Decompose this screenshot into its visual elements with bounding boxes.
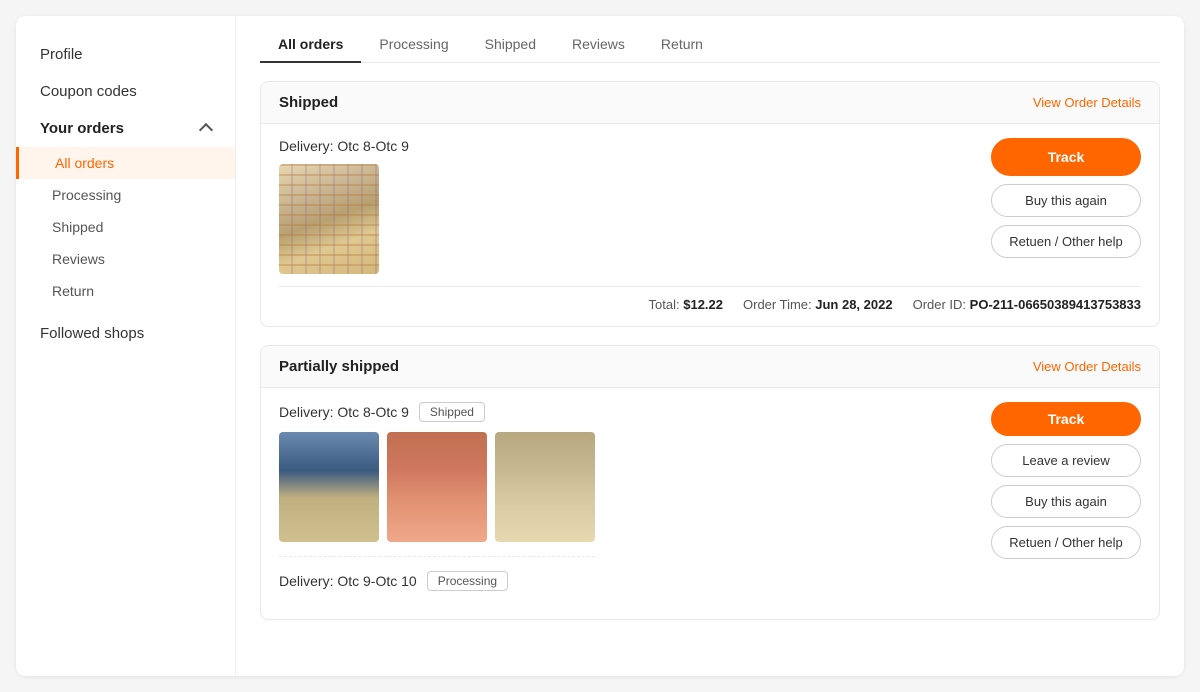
tab-return[interactable]: Return [643, 26, 721, 62]
order-status-partial: Partially shipped [279, 358, 399, 375]
delivery-label-2: Delivery: Otc 8-Otc 9 [279, 404, 409, 420]
order-card-header-2: Partially shipped View Order Details [261, 346, 1159, 388]
page-container: Profile Coupon codes Your orders All ord… [16, 16, 1184, 676]
order-total: Total: $12.22 [649, 297, 723, 312]
sidebar-sub-reviews[interactable]: Reviews [16, 243, 235, 275]
processing-badge: Processing [427, 571, 508, 591]
return-help-button-1[interactable]: Retuen / Other help [991, 225, 1141, 258]
return-help-button-2[interactable]: Retuen / Other help [991, 526, 1141, 559]
view-order-details-link-2[interactable]: View Order Details [1033, 359, 1141, 374]
order-row-1: Delivery: Otc 8-Otc 9 Track Buy this aga… [279, 138, 1141, 274]
track-button-2[interactable]: Track [991, 402, 1141, 436]
sidebar-sub-return[interactable]: Return [16, 275, 235, 307]
order-card-shipped: Shipped View Order Details Delivery: Otc… [260, 81, 1160, 327]
track-button-1[interactable]: Track [991, 138, 1141, 176]
buy-again-button-1[interactable]: Buy this again [991, 184, 1141, 217]
delivery-section-2: Delivery: Otc 9-Otc 10 Processing [279, 556, 595, 591]
delivery-section-1: Delivery: Otc 8-Otc 9 Shipped [279, 402, 595, 542]
tabs-bar: All orders Processing Shipped Reviews Re… [260, 16, 1160, 63]
product-image-sweater [279, 164, 379, 274]
tab-shipped[interactable]: Shipped [467, 26, 554, 62]
delivery-row-3: Delivery: Otc 9-Otc 10 Processing [279, 571, 595, 591]
sidebar-sub-processing[interactable]: Processing [16, 179, 235, 211]
sidebar-item-coupon[interactable]: Coupon codes [16, 73, 235, 110]
order-left-2: Delivery: Otc 8-Otc 9 Shipped [279, 402, 595, 605]
shipped-badge: Shipped [419, 402, 485, 422]
product-image-blonde [495, 432, 595, 542]
tab-reviews[interactable]: Reviews [554, 26, 643, 62]
order-left-1: Delivery: Otc 8-Otc 9 [279, 138, 409, 274]
sidebar: Profile Coupon codes Your orders All ord… [16, 16, 236, 676]
order-body-2: Delivery: Otc 8-Otc 9 Shipped [261, 388, 1159, 619]
order-card-header-1: Shipped View Order Details [261, 82, 1159, 124]
product-image-jacket [279, 432, 379, 542]
main-content: All orders Processing Shipped Reviews Re… [236, 16, 1184, 676]
sidebar-your-orders[interactable]: Your orders [16, 110, 235, 147]
action-buttons-1: Track Buy this again Retuen / Other help [981, 138, 1141, 258]
order-id: Order ID: PO-211-06650389413753833 [913, 297, 1141, 312]
view-order-details-link-1[interactable]: View Order Details [1033, 95, 1141, 110]
product-image-back [387, 432, 487, 542]
order-footer-1: Total: $12.22 Order Time: Jun 28, 2022 O… [279, 286, 1141, 312]
buy-again-button-2[interactable]: Buy this again [991, 485, 1141, 518]
sidebar-sub-all-orders[interactable]: All orders [16, 147, 235, 179]
order-row-2: Delivery: Otc 8-Otc 9 Shipped [279, 402, 1141, 605]
order-status-shipped: Shipped [279, 94, 338, 111]
sidebar-sub-shipped[interactable]: Shipped [16, 211, 235, 243]
sidebar-item-profile[interactable]: Profile [16, 36, 235, 73]
product-images-2 [279, 432, 595, 542]
order-time: Order Time: Jun 28, 2022 [743, 297, 893, 312]
delivery-row-2: Delivery: Otc 8-Otc 9 Shipped [279, 402, 595, 422]
delivery-label-3: Delivery: Otc 9-Otc 10 [279, 573, 417, 589]
delivery-label-1: Delivery: Otc 8-Otc 9 [279, 138, 409, 154]
delivery-row-1: Delivery: Otc 8-Otc 9 [279, 138, 409, 154]
product-images-1 [279, 164, 409, 274]
sidebar-item-followed-shops[interactable]: Followed shops [16, 315, 235, 352]
action-buttons-2: Track Leave a review Buy this again Retu… [981, 402, 1141, 559]
tab-processing[interactable]: Processing [361, 26, 466, 62]
order-body-1: Delivery: Otc 8-Otc 9 Track Buy this aga… [261, 124, 1159, 326]
leave-review-button[interactable]: Leave a review [991, 444, 1141, 477]
chevron-up-icon [199, 122, 213, 136]
order-card-partially-shipped: Partially shipped View Order Details Del… [260, 345, 1160, 620]
tab-all-orders[interactable]: All orders [260, 26, 361, 62]
